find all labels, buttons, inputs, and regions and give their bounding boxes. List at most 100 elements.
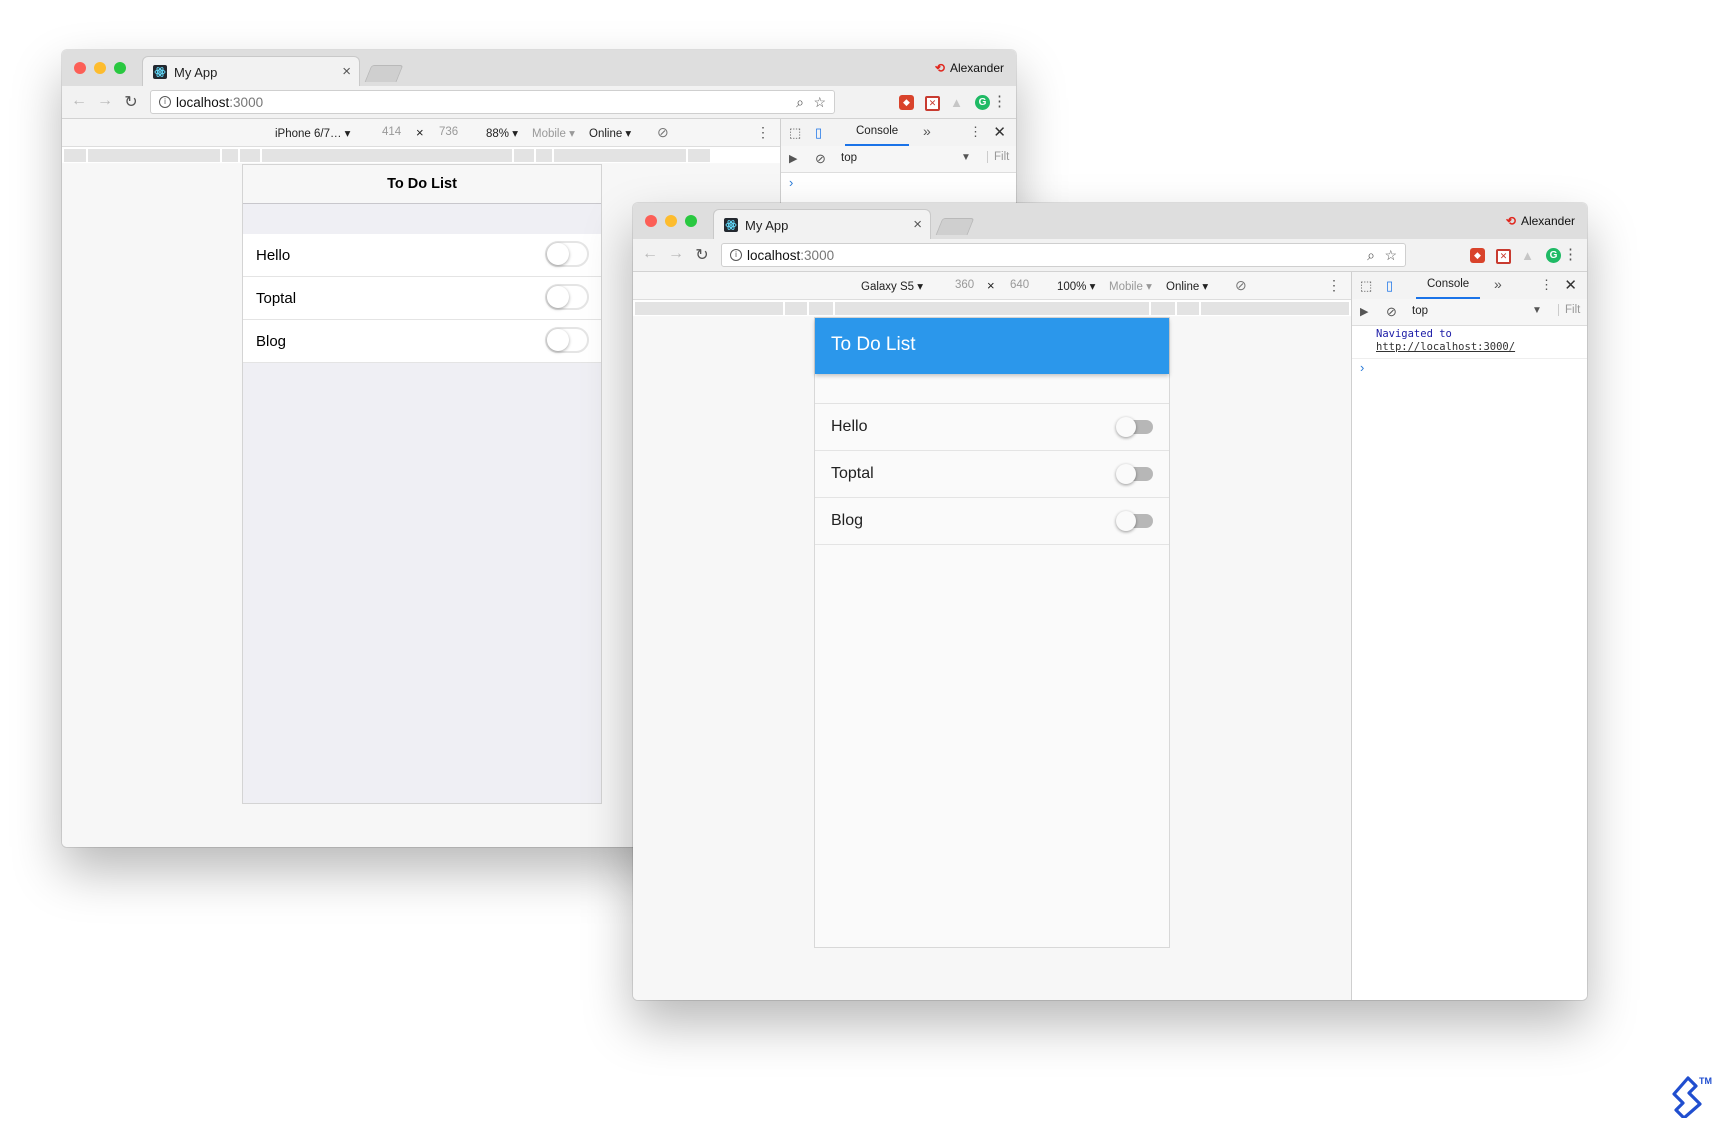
- ruler-segment[interactable]: [1177, 302, 1199, 315]
- extension-shield-icon[interactable]: ✕: [1496, 249, 1511, 264]
- device-toolbar-icon[interactable]: ▯: [1386, 278, 1393, 294]
- extension-red-icon[interactable]: ◆: [899, 95, 914, 110]
- rotate-icon[interactable]: ⊘: [657, 124, 669, 141]
- new-tab-button[interactable]: [364, 65, 404, 82]
- ruler-segment[interactable]: [635, 302, 783, 315]
- devtools-menu-icon[interactable]: ⋮: [969, 124, 982, 140]
- grammarly-icon[interactable]: G: [975, 95, 990, 110]
- device-height[interactable]: 736: [439, 126, 458, 138]
- minimize-window-button[interactable]: [665, 215, 677, 227]
- network-select[interactable]: Online ▾: [1166, 279, 1208, 293]
- ruler-segment[interactable]: [554, 149, 686, 162]
- maximize-window-button[interactable]: [114, 62, 126, 74]
- console-prompt[interactable]: ›: [1360, 360, 1364, 375]
- todo-toggle[interactable]: [1116, 511, 1153, 531]
- ruler-segment[interactable]: [536, 149, 552, 162]
- console-prompt[interactable]: ›: [789, 175, 793, 190]
- sidebar-toggle-icon[interactable]: ▶: [1360, 305, 1368, 318]
- clear-console-icon[interactable]: ⊘: [1386, 304, 1397, 320]
- device-menu-icon[interactable]: ⋮: [756, 124, 770, 141]
- grammarly-icon[interactable]: G: [1546, 248, 1561, 263]
- close-window-button[interactable]: [645, 215, 657, 227]
- browser-tab[interactable]: My App ×: [142, 56, 360, 86]
- ruler-segment[interactable]: [1151, 302, 1175, 315]
- device-menu-icon[interactable]: ⋮: [1327, 277, 1341, 294]
- tab-console[interactable]: Console: [845, 119, 910, 146]
- zoom-icon[interactable]: ⌕: [796, 94, 804, 111]
- context-select[interactable]: top: [1412, 305, 1428, 317]
- todo-toggle[interactable]: [545, 241, 589, 267]
- address-bar[interactable]: i localhost:3000 ⌕ ☆: [150, 90, 835, 114]
- inspect-icon[interactable]: ⬚: [1360, 278, 1372, 294]
- list-item[interactable]: Blog: [815, 498, 1169, 545]
- profile-button[interactable]: ⟲ Alexander: [935, 61, 1004, 75]
- ruler-segment[interactable]: [688, 149, 710, 162]
- mode-select[interactable]: Mobile ▾: [1109, 279, 1152, 293]
- star-icon[interactable]: ☆: [813, 94, 826, 111]
- device-width[interactable]: 360: [955, 279, 974, 291]
- extension-shield-icon[interactable]: ✕: [925, 96, 940, 111]
- ruler-segment[interactable]: [785, 302, 807, 315]
- todo-toggle[interactable]: [1116, 464, 1153, 484]
- console-filter-input[interactable]: Filt: [1558, 304, 1580, 316]
- tab-close-icon[interactable]: ×: [913, 216, 922, 233]
- extension-drive-icon[interactable]: ▲: [1520, 248, 1535, 263]
- address-bar[interactable]: i localhost:3000 ⌕ ☆: [721, 243, 1406, 267]
- tab-console[interactable]: Console: [1416, 272, 1481, 299]
- todo-toggle[interactable]: [545, 327, 589, 353]
- list-item[interactable]: Toptal: [815, 451, 1169, 498]
- clear-console-icon[interactable]: ⊘: [815, 151, 826, 167]
- extension-red-icon[interactable]: ◆: [1470, 248, 1485, 263]
- maximize-window-button[interactable]: [685, 215, 697, 227]
- device-select[interactable]: iPhone 6/7… ▾: [275, 126, 350, 140]
- ruler-segment[interactable]: [809, 302, 833, 315]
- zoom-icon[interactable]: ⌕: [1367, 247, 1375, 264]
- forward-arrow-icon[interactable]: →: [667, 245, 685, 263]
- chevron-down-icon[interactable]: ▼: [961, 152, 971, 163]
- sidebar-toggle-icon[interactable]: ▶: [789, 152, 797, 165]
- reload-icon[interactable]: ↻: [693, 245, 711, 265]
- inspect-icon[interactable]: ⬚: [789, 125, 801, 141]
- ruler-segment[interactable]: [222, 149, 238, 162]
- profile-button[interactable]: ⟲ Alexander: [1506, 214, 1575, 228]
- ruler-segment[interactable]: [88, 149, 220, 162]
- list-item[interactable]: Blog: [243, 320, 601, 363]
- chevron-down-icon[interactable]: ▼: [1532, 305, 1542, 316]
- back-arrow-icon[interactable]: ←: [641, 245, 659, 263]
- zoom-select[interactable]: 88% ▾: [486, 126, 518, 140]
- context-select[interactable]: top: [841, 152, 857, 164]
- devtools-close-icon[interactable]: ✕: [1564, 276, 1577, 294]
- back-arrow-icon[interactable]: ←: [70, 92, 88, 110]
- console-filter-input[interactable]: Filt: [987, 151, 1009, 163]
- ruler-segment[interactable]: [1201, 302, 1349, 315]
- new-tab-button[interactable]: [935, 218, 975, 235]
- list-item[interactable]: Hello: [243, 234, 601, 277]
- device-select[interactable]: Galaxy S5 ▾: [861, 279, 923, 293]
- info-icon[interactable]: i: [159, 96, 171, 108]
- reload-icon[interactable]: ↻: [122, 92, 140, 112]
- chrome-menu-icon[interactable]: ⋮: [1563, 245, 1578, 263]
- list-item[interactable]: Hello: [815, 404, 1169, 451]
- ruler-segment[interactable]: [240, 149, 260, 162]
- forward-arrow-icon[interactable]: →: [96, 92, 114, 110]
- close-window-button[interactable]: [74, 62, 86, 74]
- more-tabs-icon[interactable]: »: [923, 123, 931, 139]
- ruler-segment[interactable]: [64, 149, 86, 162]
- ruler-segment[interactable]: [835, 302, 1149, 315]
- console-log-link[interactable]: http://localhost:3000/: [1376, 341, 1515, 353]
- mode-select[interactable]: Mobile ▾: [532, 126, 575, 140]
- zoom-select[interactable]: 100% ▾: [1057, 279, 1095, 293]
- ruler-segment[interactable]: [262, 149, 512, 162]
- device-height[interactable]: 640: [1010, 279, 1029, 291]
- tab-close-icon[interactable]: ×: [342, 63, 351, 80]
- devtools-close-icon[interactable]: ✕: [993, 123, 1006, 141]
- todo-toggle[interactable]: [545, 284, 589, 310]
- minimize-window-button[interactable]: [94, 62, 106, 74]
- chrome-menu-icon[interactable]: ⋮: [992, 92, 1007, 110]
- more-tabs-icon[interactable]: »: [1494, 276, 1502, 292]
- extension-drive-icon[interactable]: ▲: [949, 95, 964, 110]
- browser-tab[interactable]: My App ×: [713, 209, 931, 239]
- todo-toggle[interactable]: [1116, 417, 1153, 437]
- device-width[interactable]: 414: [382, 126, 401, 138]
- network-select[interactable]: Online ▾: [589, 126, 631, 140]
